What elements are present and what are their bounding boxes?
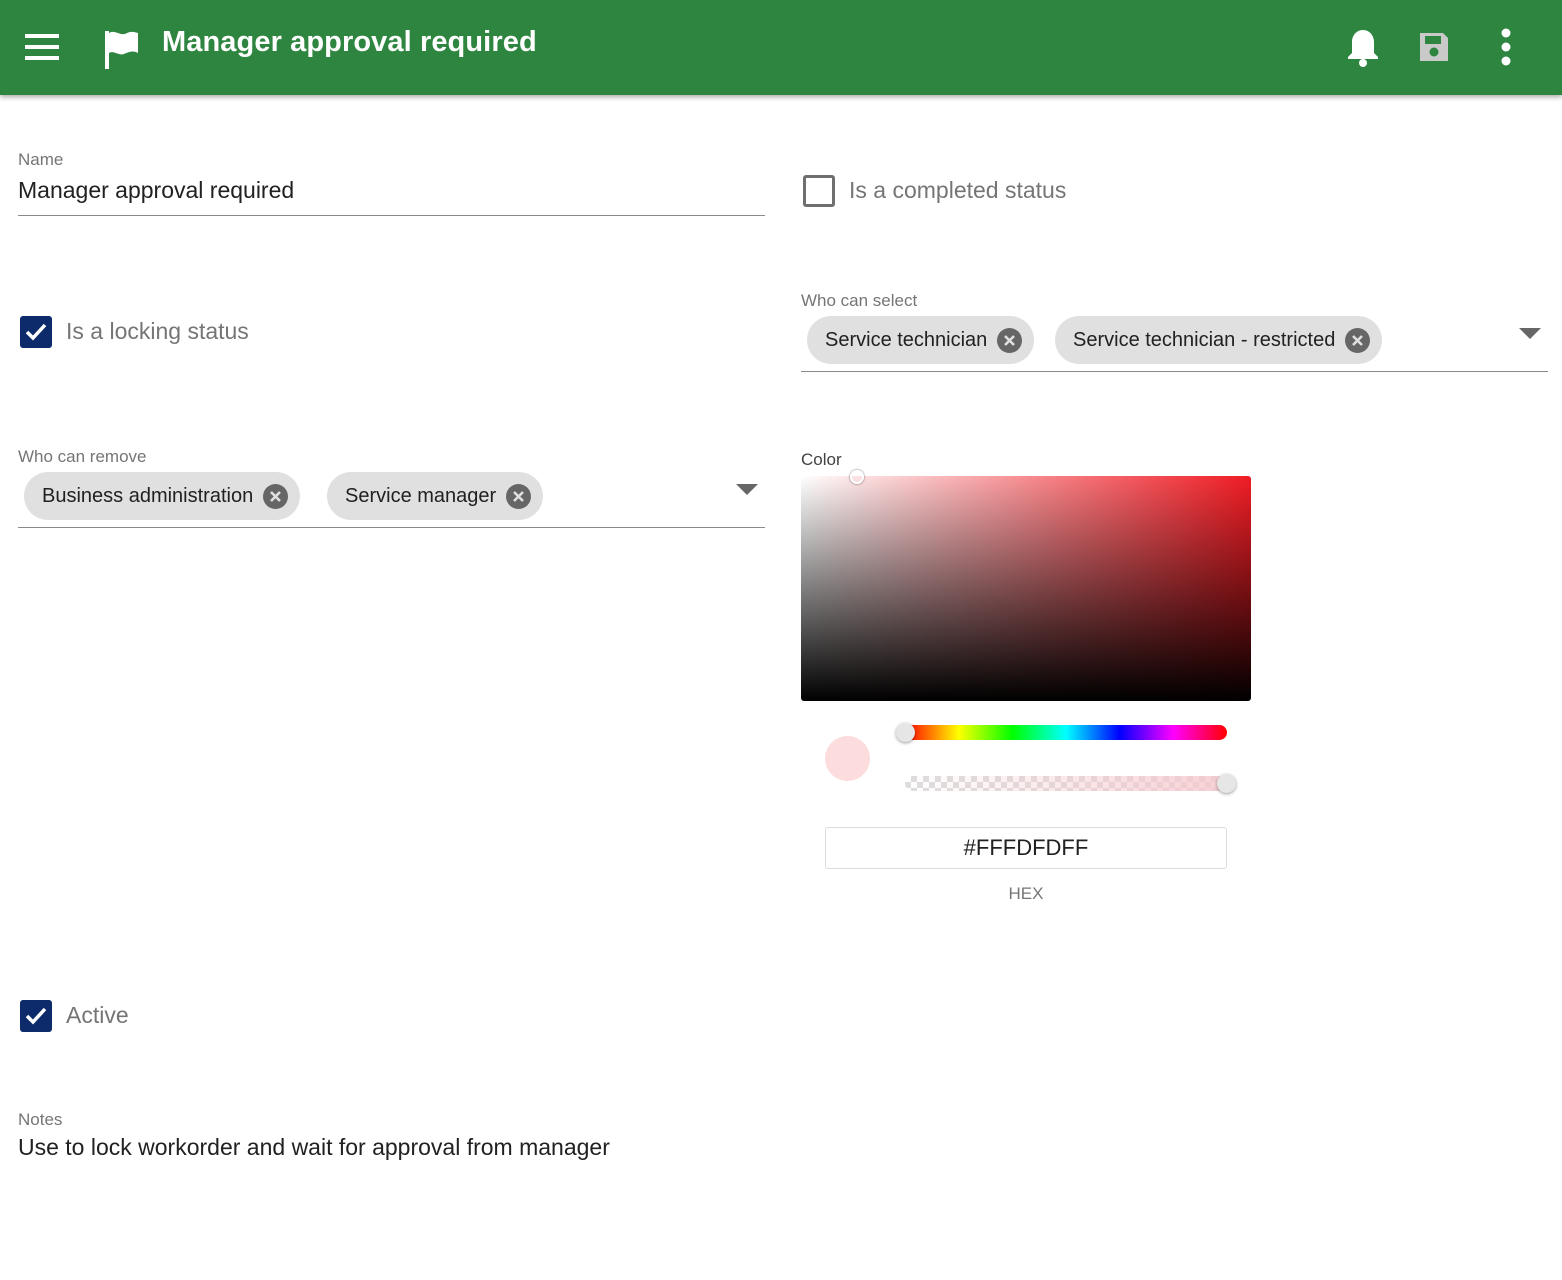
completed-status-checkbox[interactable] — [803, 175, 835, 207]
more-vert-icon[interactable] — [1486, 26, 1526, 68]
hex-label: HEX — [1008, 884, 1044, 903]
chip-service-technician: Service technician — [807, 316, 1035, 364]
menu-icon[interactable] — [22, 27, 62, 67]
alpha-slider-knob[interactable] — [1217, 774, 1236, 793]
who-can-select-underline — [801, 371, 1548, 372]
color-label: Color — [801, 450, 842, 469]
notes-field[interactable]: Use to lock workorder and wait for appro… — [18, 1134, 610, 1161]
name-field-underline — [18, 215, 765, 216]
name-label: Name — [18, 150, 64, 169]
chip-label: Service technician — [825, 328, 988, 351]
saturation-value-area[interactable] — [801, 476, 1251, 701]
alpha-slider[interactable] — [905, 776, 1227, 791]
active-label: Active — [66, 1002, 129, 1028]
who-can-remove-dropdown-icon[interactable] — [736, 484, 758, 495]
who-can-select-dropdown-icon[interactable] — [1519, 328, 1541, 339]
remove-chip-icon[interactable] — [263, 483, 289, 509]
who-can-select-label: Who can select — [801, 291, 918, 310]
notes-label: Notes — [18, 1110, 63, 1129]
saturation-handle[interactable] — [850, 470, 864, 484]
app-bar: Manager approval required — [0, 0, 1562, 95]
remove-chip-icon[interactable] — [506, 483, 532, 509]
flag-icon — [100, 28, 142, 70]
chip-label: Service technician - restricted — [1073, 328, 1336, 351]
chip-business-administration: Business administration — [24, 472, 301, 520]
chip-label: Service manager — [345, 484, 497, 507]
locking-status-checkbox[interactable] — [20, 316, 52, 348]
save-icon[interactable] — [1413, 26, 1455, 68]
bell-icon[interactable] — [1342, 26, 1384, 68]
chip-service-technician-restricted: Service technician - restricted — [1055, 316, 1383, 364]
who-can-remove-underline — [18, 527, 765, 528]
name-field[interactable]: Manager approval required — [18, 177, 294, 204]
remove-chip-icon[interactable] — [997, 327, 1023, 353]
who-can-remove-label: Who can remove — [18, 447, 147, 466]
hex-input[interactable] — [825, 827, 1227, 869]
page-title: Manager approval required — [162, 26, 537, 58]
locking-status-label: Is a locking status — [66, 318, 249, 344]
hue-slider[interactable] — [905, 725, 1227, 740]
hue-slider-knob[interactable] — [896, 723, 915, 742]
chip-label: Business administration — [42, 484, 254, 507]
chip-service-manager: Service manager — [327, 472, 544, 520]
completed-status-label: Is a completed status — [849, 177, 1067, 203]
color-preview — [825, 736, 870, 781]
check-icon — [25, 1007, 47, 1025]
remove-chip-icon[interactable] — [1345, 327, 1371, 353]
active-checkbox[interactable] — [20, 1000, 52, 1032]
check-icon — [25, 323, 47, 341]
